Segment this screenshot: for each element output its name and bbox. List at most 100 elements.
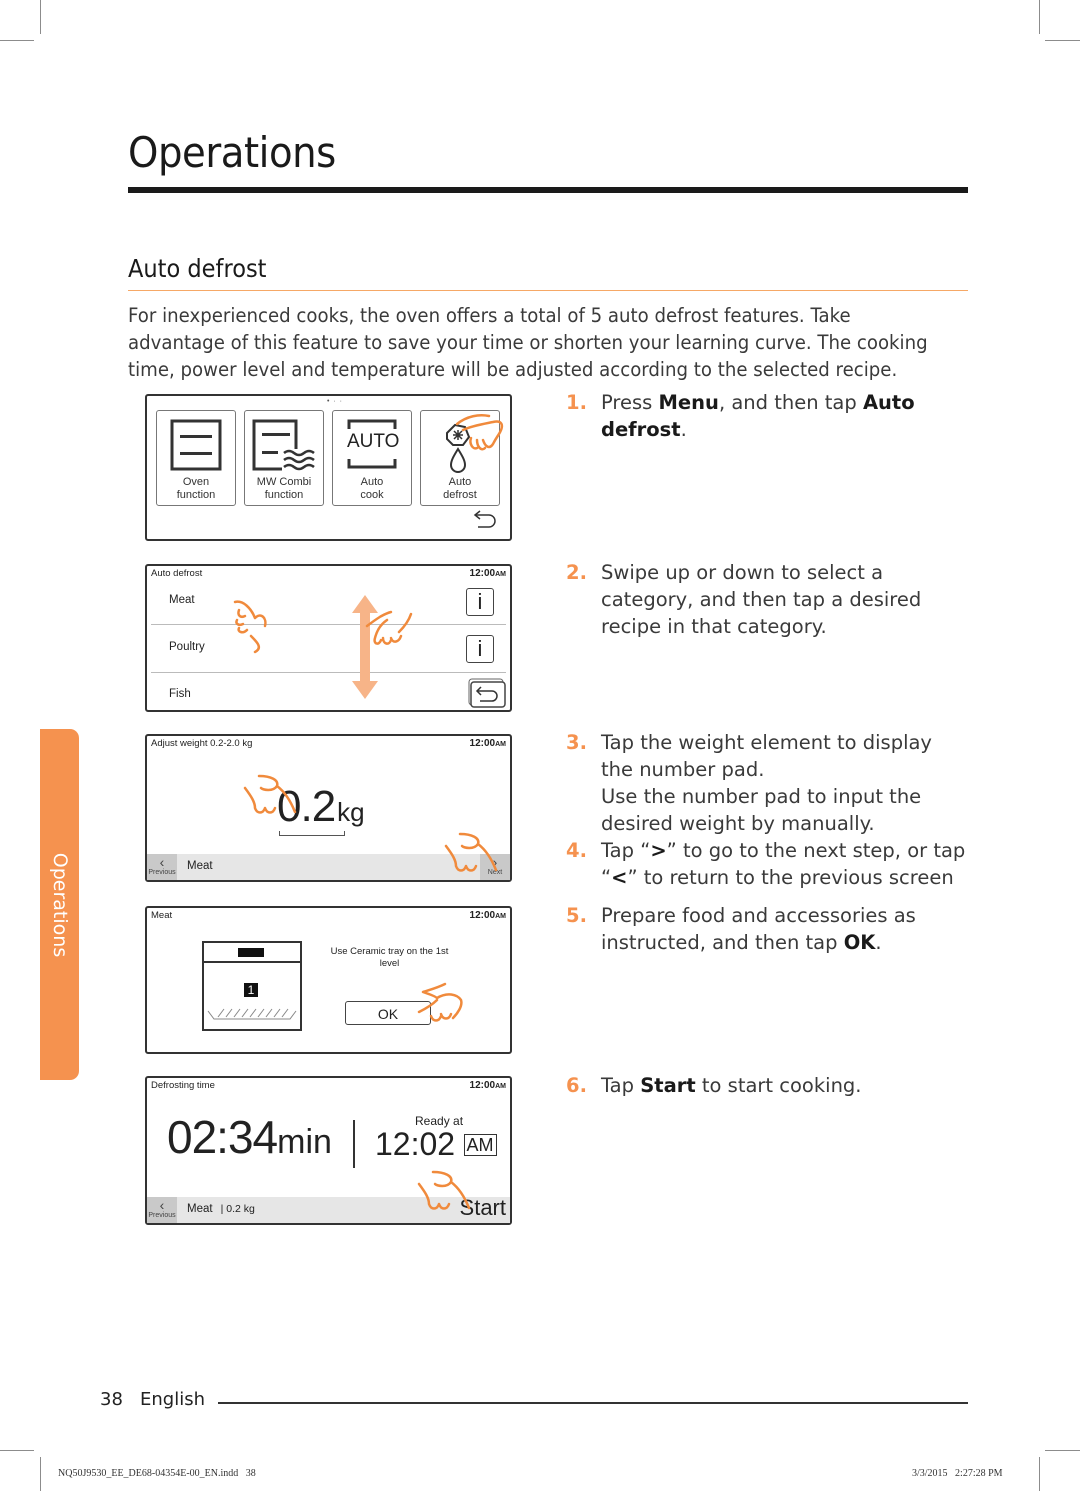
section-rule bbox=[128, 290, 968, 291]
clock-time: 12:00 bbox=[469, 568, 496, 579]
tile-label: function bbox=[176, 489, 216, 501]
crop-mark bbox=[40, 1457, 41, 1491]
tile-label: Auto bbox=[448, 476, 472, 488]
crop-mark bbox=[0, 40, 34, 41]
page-indicator: • · · bbox=[327, 398, 344, 405]
tile-mw-combi-function[interactable]: MW Combi function bbox=[244, 410, 324, 506]
info-button[interactable]: i bbox=[466, 635, 494, 663]
step-1: 1. Press Menu, and then tap Auto defrost… bbox=[566, 389, 976, 443]
divider bbox=[353, 1120, 355, 1168]
step-keyword: OK bbox=[843, 931, 876, 954]
chevron-left-icon: ‹ bbox=[159, 854, 165, 870]
clock-suffix: AM bbox=[495, 571, 506, 578]
screen-weight: Adjust weight 0.2-2.0 kg 12:00AM 0.2kg ‹… bbox=[145, 734, 512, 882]
step-text: , and then tap bbox=[718, 391, 863, 414]
tile-label: MW Combi bbox=[256, 476, 312, 488]
list-item-fish[interactable]: Fish bbox=[151, 674, 506, 721]
step-number: 3. bbox=[566, 731, 587, 754]
clock-suffix: AM bbox=[495, 913, 506, 920]
step-text: to start cooking. bbox=[695, 1074, 862, 1097]
list-item-meat[interactable]: Meat i bbox=[151, 580, 506, 627]
step-5: 5. Prepare food and accessories as instr… bbox=[566, 902, 936, 956]
crop-mark bbox=[1039, 1457, 1040, 1491]
crop-mark bbox=[0, 1450, 34, 1451]
tile-label: Auto bbox=[360, 476, 384, 488]
step-2: 2. Swipe up or down to select a category… bbox=[566, 559, 956, 640]
tap-hand-icon bbox=[243, 774, 297, 814]
tap-hand-icon bbox=[444, 832, 498, 872]
previous-label: Previous bbox=[148, 1212, 176, 1219]
step-4: 4. Tap “>” to go to the next step, or ta… bbox=[566, 837, 976, 891]
tap-hand-icon bbox=[365, 610, 413, 645]
list-item-label: Poultry bbox=[169, 641, 205, 653]
previous-button[interactable]: ‹ Previous bbox=[147, 854, 177, 880]
previous-button[interactable]: ‹ Previous bbox=[147, 1197, 177, 1223]
weight-underline bbox=[279, 831, 345, 836]
chevron-left-icon: ‹ bbox=[159, 1197, 165, 1213]
recipe-name: Meat bbox=[187, 1203, 213, 1215]
screen-title: Meat bbox=[151, 910, 173, 921]
auto-cook-icon: AUTO bbox=[347, 419, 400, 469]
step-text: . bbox=[680, 418, 687, 441]
step-text: Tap the weight element to display the nu… bbox=[601, 731, 932, 781]
clock: 12:00AM bbox=[470, 1080, 506, 1091]
screen-title: Defrosting time bbox=[151, 1080, 215, 1091]
list-divider bbox=[151, 672, 506, 673]
section-title: Auto defrost bbox=[128, 254, 267, 283]
tap-hand-icon bbox=[417, 1170, 471, 1210]
step-keyword: Menu bbox=[658, 391, 719, 414]
recipe-label: Meat | 0.2 kg bbox=[187, 1203, 255, 1215]
step-keyword: > bbox=[650, 839, 667, 862]
auto-cook-icon-text: AUTO bbox=[347, 431, 400, 452]
duration-value: 02:34 bbox=[167, 1111, 278, 1163]
step-number: 6. bbox=[566, 1074, 587, 1097]
level-number: 1 bbox=[244, 983, 258, 997]
screen-accessory: Meat 12:00AM 1 Use Ceramic tray on the 1… bbox=[145, 906, 512, 1054]
oven-level-illustration: 1 bbox=[202, 941, 302, 1031]
weight-unit: kg bbox=[337, 797, 365, 827]
clock-suffix: AM bbox=[495, 1083, 506, 1090]
step-number: 2. bbox=[566, 561, 587, 584]
clock: 12:00AM bbox=[470, 738, 506, 749]
back-icon[interactable] bbox=[472, 509, 498, 531]
list-divider bbox=[151, 624, 506, 625]
previous-label: Previous bbox=[148, 869, 176, 876]
tray-icon bbox=[207, 1008, 297, 1020]
step-6: 6. Tap Start to start cooking. bbox=[566, 1072, 976, 1099]
oven-icon bbox=[170, 419, 222, 471]
print-timestamp: 3/3/2015 2:27:28 PM bbox=[912, 1468, 1003, 1479]
list-item-poultry[interactable]: Poultry i bbox=[151, 627, 506, 674]
step-number: 5. bbox=[566, 904, 587, 927]
info-button[interactable]: i bbox=[466, 588, 494, 616]
screen-title: Auto defrost bbox=[151, 568, 203, 579]
step-3: 3. Tap the weight element to display the… bbox=[566, 729, 976, 837]
clock-time: 12:00 bbox=[469, 910, 496, 921]
recipe-label: Meat bbox=[187, 860, 213, 872]
step-text: ” to return to the previous screen bbox=[627, 866, 954, 889]
footer-rule bbox=[218, 1402, 968, 1404]
clock-time: 12:00 bbox=[469, 738, 496, 749]
ready-time-suffix[interactable]: AM bbox=[463, 1134, 497, 1156]
ready-time: 12:02 AM bbox=[375, 1126, 497, 1163]
tile-label: Oven bbox=[182, 476, 210, 488]
tile-label: defrost bbox=[443, 489, 477, 501]
mw-combi-icon bbox=[252, 419, 315, 471]
clock-suffix: AM bbox=[495, 741, 506, 748]
crop-mark bbox=[1039, 0, 1040, 34]
crop-mark bbox=[1045, 40, 1080, 41]
tile-auto-cook[interactable]: AUTO Auto cook bbox=[332, 410, 412, 506]
screen-menu: • · · Oven function MW Combi function AU… bbox=[145, 394, 512, 541]
page-title: Operations bbox=[128, 128, 336, 177]
list-item-label: Meat bbox=[169, 594, 195, 606]
title-rule bbox=[128, 187, 968, 193]
recipe-weight: | 0.2 kg bbox=[220, 1203, 255, 1215]
step-text: . bbox=[875, 931, 882, 954]
intro-paragraph: For inexperienced cooks, the oven offers… bbox=[128, 304, 928, 381]
crop-mark bbox=[1045, 1450, 1080, 1451]
side-tab-label: Operations bbox=[48, 852, 71, 957]
back-icon[interactable] bbox=[467, 677, 507, 709]
list-item-label: Fish bbox=[169, 688, 191, 700]
tile-oven-function[interactable]: Oven function bbox=[156, 410, 236, 506]
tap-hand-icon bbox=[455, 414, 504, 451]
duration-display[interactable]: 02:34min bbox=[167, 1110, 332, 1164]
